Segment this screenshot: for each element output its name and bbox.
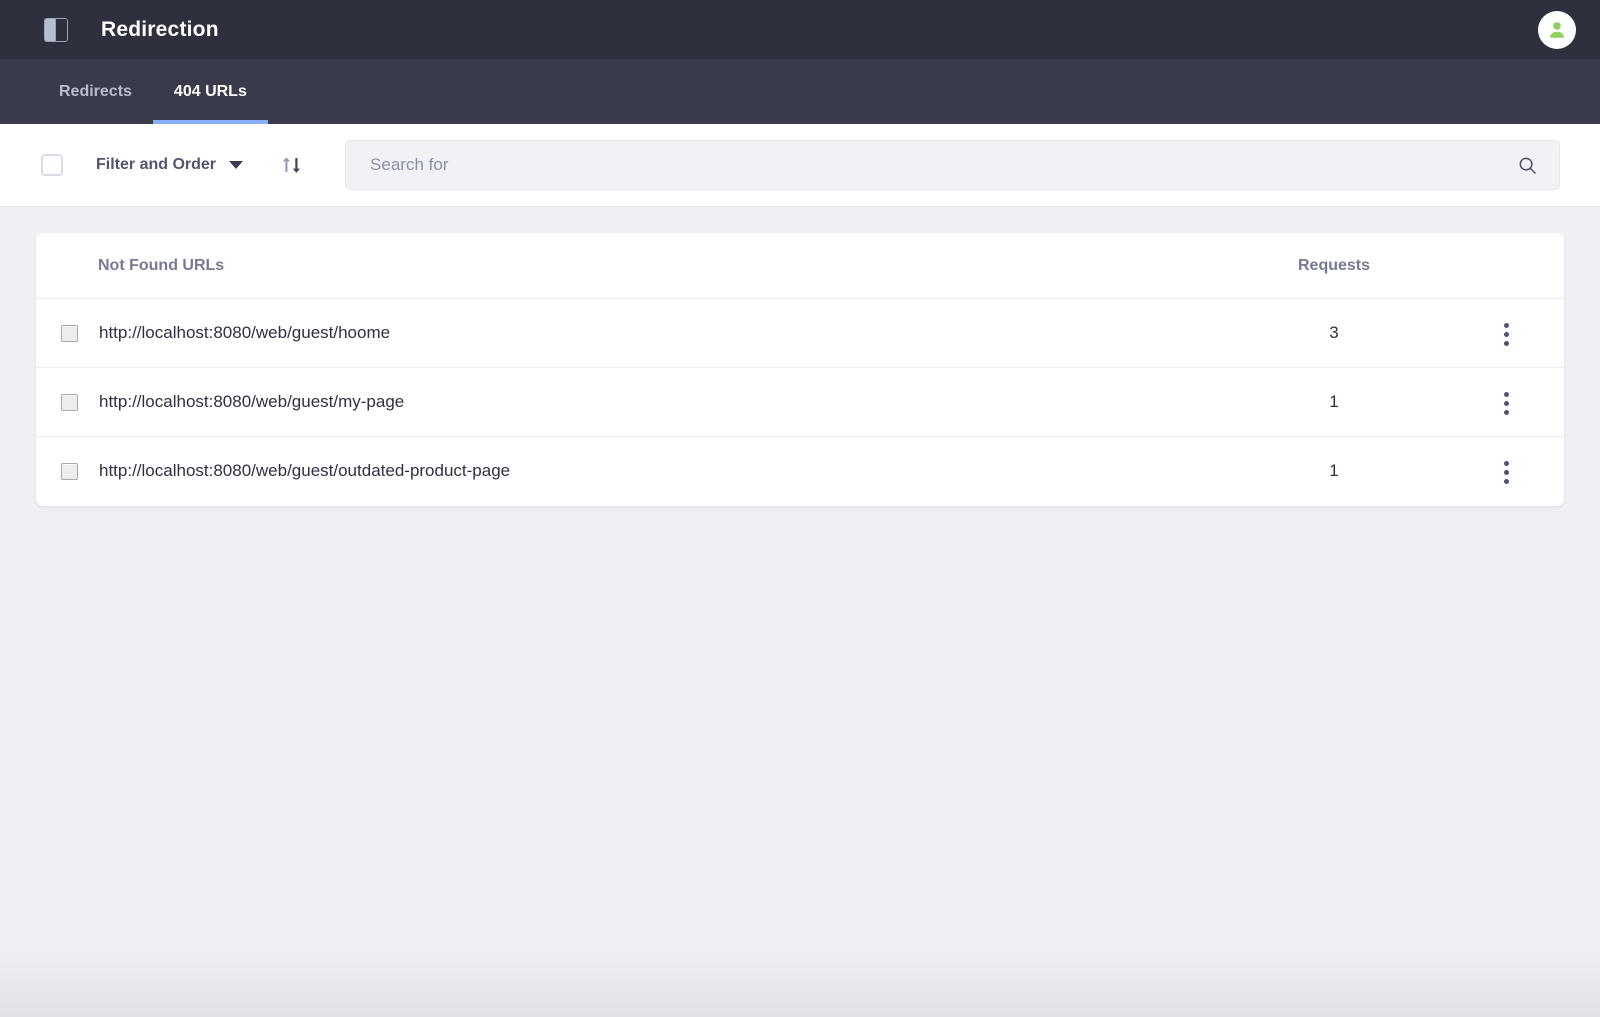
not-found-urls-table: Not Found URLs Requests http://localhost… [36, 233, 1564, 506]
kebab-dot [1504, 391, 1509, 397]
row-requests-count: 1 [1219, 367, 1449, 437]
not-found-urls-card: Not Found URLs Requests http://localhost… [36, 233, 1564, 506]
row-url-text: http://localhost:8080/web/guest/my-page [99, 392, 405, 411]
column-header-url[interactable]: Not Found URLs [36, 233, 1219, 299]
search-input[interactable] [370, 155, 1513, 175]
cell-actions [1449, 298, 1564, 368]
table-row[interactable]: http://localhost:8080/web/guest/hoome 3 [36, 298, 1564, 368]
kebab-menu-icon[interactable] [1494, 386, 1519, 421]
row-checkbox[interactable] [61, 324, 78, 342]
kebab-dot [1504, 331, 1509, 337]
cell-url: http://localhost:8080/web/guest/my-page [36, 367, 1219, 437]
kebab-menu-icon[interactable] [1494, 455, 1519, 490]
search-icon[interactable] [1513, 151, 1541, 179]
kebab-dot [1504, 400, 1509, 406]
column-header-actions [1449, 233, 1564, 299]
row-checkbox[interactable] [61, 393, 78, 411]
user-avatar-icon[interactable] [1538, 10, 1576, 49]
tab-redirects-label: Redirects [59, 82, 132, 100]
sort-arrows-icon[interactable] [279, 152, 305, 178]
cell-actions [1449, 437, 1564, 506]
table-row[interactable]: http://localhost:8080/web/guest/outdated… [36, 437, 1564, 506]
kebab-dot [1504, 478, 1509, 484]
tab-bar: Redirects 404 URLs [0, 59, 1600, 124]
kebab-menu-icon[interactable] [1494, 317, 1519, 352]
row-url-text: http://localhost:8080/web/guest/hoome [99, 323, 391, 342]
table-header: Not Found URLs Requests [36, 233, 1564, 299]
page-title: Redirection [101, 17, 219, 41]
kebab-dot [1504, 340, 1509, 346]
tab-404-urls[interactable]: 404 URLs [152, 59, 268, 124]
kebab-dot [1504, 469, 1509, 475]
row-url-text: http://localhost:8080/web/guest/outdated… [99, 461, 511, 481]
chevron-down-icon [229, 161, 244, 169]
kebab-dot [1504, 322, 1509, 328]
column-header-requests[interactable]: Requests [1219, 233, 1449, 299]
top-header-bar: Redirection [0, 0, 1600, 59]
kebab-dot [1504, 460, 1509, 466]
row-requests-count: 3 [1219, 298, 1449, 368]
cell-url: http://localhost:8080/web/guest/hoome [36, 298, 1219, 368]
filter-and-order-button[interactable]: Filter and Order [96, 156, 244, 174]
toolbar: Filter and Order [0, 124, 1600, 207]
cell-url: http://localhost:8080/web/guest/outdated… [36, 437, 1219, 506]
sidebar-toggle-right-pane [54, 18, 67, 41]
cell-actions [1449, 367, 1564, 437]
sidebar-toggle-icon[interactable] [44, 17, 68, 42]
sidebar-toggle-left-pane [45, 18, 55, 41]
filter-and-order-label: Filter and Order [96, 156, 217, 173]
tab-404-urls-label: 404 URLs [173, 82, 247, 100]
bottom-gradient [0, 947, 1600, 1017]
redirection-app: Redirection Redirects 404 URLs Filter an… [0, 0, 1600, 1017]
table-header-row: Not Found URLs Requests [36, 233, 1564, 299]
table-body: http://localhost:8080/web/guest/hoome 3 [36, 298, 1564, 506]
table-row[interactable]: http://localhost:8080/web/guest/my-page … [36, 367, 1564, 437]
row-checkbox[interactable] [61, 462, 78, 480]
select-all-checkbox[interactable] [41, 154, 63, 176]
tab-redirects[interactable]: Redirects [38, 59, 153, 124]
search-field[interactable] [345, 140, 1560, 190]
content-area: Not Found URLs Requests http://localhost… [0, 207, 1600, 1017]
row-requests-count: 1 [1329, 461, 1339, 481]
kebab-dot [1504, 409, 1509, 415]
